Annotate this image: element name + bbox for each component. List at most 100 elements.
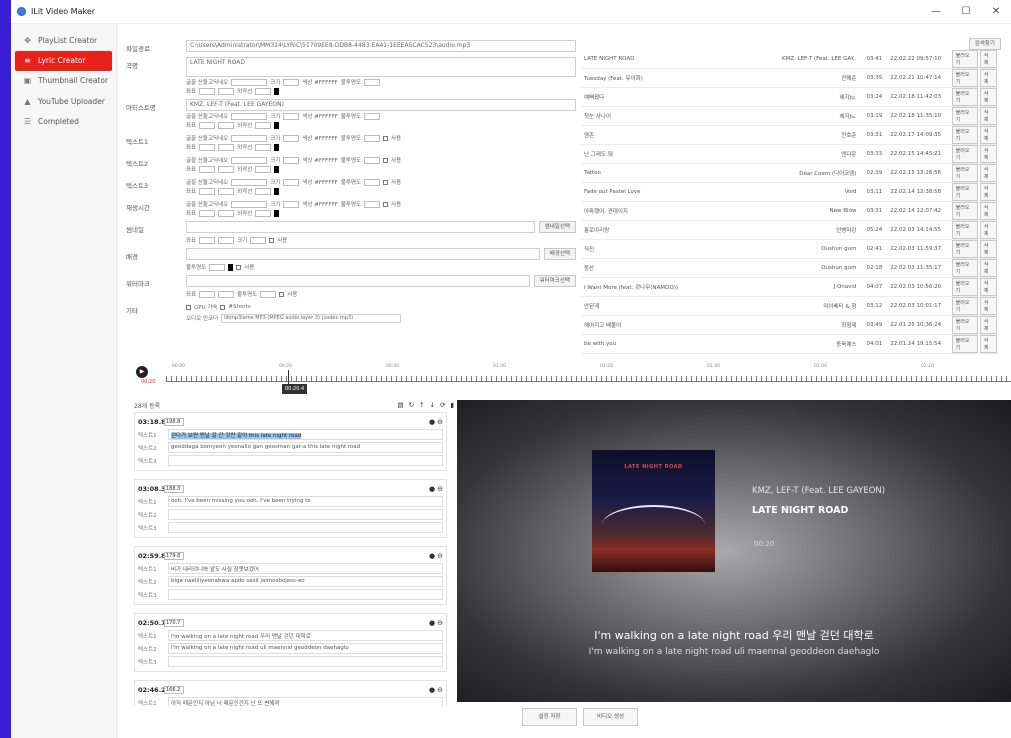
lyric-text2-field[interactable]: I'm walking on a late night road uli mae… [168,643,443,654]
lyric-text3-field[interactable] [168,522,443,533]
size-input[interactable] [283,78,300,86]
timeline-ruler[interactable] [166,374,1011,382]
pos-y-input[interactable] [218,87,235,95]
table-row[interactable]: 염존 전호준 03:31 22.02.17 14:09:35 불러오기 삭제 [581,126,999,145]
time-stepper[interactable]: 179.8 [164,552,184,560]
remove-icon[interactable]: ⊖ [437,418,443,426]
outline-input[interactable] [255,143,272,151]
make-video-button[interactable]: 비디오 생성 [583,708,638,726]
load-button[interactable]: 불러오기 [951,183,978,201]
delete-button[interactable]: 삭제 [979,335,998,353]
sync-icon[interactable]: ↻ [409,401,414,409]
outline-input[interactable] [255,87,272,95]
color-swatch[interactable] [274,209,280,217]
load-button[interactable]: 불러오기 [951,126,978,144]
pos-y-input[interactable] [218,165,235,173]
add-icon[interactable]: ● [429,619,435,627]
lyric-card[interactable]: 02:59.8 179.8 ● ⊖ 텍스트1 비가 내리려니봐 얕도 사실 잠못보겠어 텍스… [134,546,447,605]
timeline[interactable]: ▶ 00:20 00:00 00:20 00:40 01:00 01:20 01:40 02… [126,362,1011,396]
outline-input[interactable] [255,209,272,217]
load-button[interactable]: 불러오기 [951,259,978,277]
delete-button[interactable]: 삭제 [979,107,998,125]
playhead[interactable] [288,370,289,384]
add-icon[interactable]: ● [429,418,435,426]
refresh-icon[interactable]: ⟳ [440,401,445,409]
pos-x-input[interactable] [199,290,216,298]
add-icon[interactable]: ● [429,686,435,694]
opacity-input[interactable] [364,78,381,86]
watermark-select-button[interactable]: 워터마크선택 [533,275,576,287]
load-button[interactable]: 불러오기 [951,316,978,334]
opacity-input[interactable] [364,178,381,186]
load-button[interactable]: 불러오기 [951,240,978,258]
pos-x-input[interactable] [199,187,216,195]
size-input[interactable] [283,134,300,142]
load-button[interactable]: 불러오기 [951,164,978,182]
lyric-text3-field[interactable] [168,656,443,667]
opacity-input[interactable] [260,290,277,298]
opacity-input[interactable] [364,156,381,164]
pos-x-input[interactable] [199,87,216,95]
sidebar-item-playlist-creator[interactable]: ✥ PlayList Creator [11,30,116,50]
use-checkbox[interactable] [269,237,275,243]
delete-button[interactable]: 삭제 [979,164,998,182]
delete-button[interactable]: 삭제 [979,240,998,258]
opacity-input[interactable] [364,112,381,120]
table-row[interactable]: 직진 Oushun gum 02:41 22.02.03 11:59:37 불러오기 삭제 [581,240,999,259]
pos-y-input[interactable] [218,290,235,298]
color-swatch[interactable] [274,187,280,195]
delete-button[interactable]: 삭제 [979,202,998,220]
size-input[interactable] [283,178,300,186]
sidebar-item-completed[interactable]: ☰ Completed [11,112,116,132]
outline-input[interactable] [255,121,272,129]
load-button[interactable]: 불러오기 [951,202,978,220]
thumbnail-select-button[interactable]: 썸네일선택 [538,221,576,233]
delete-button[interactable]: 삭제 [979,297,998,315]
use-checkbox[interactable] [383,157,389,163]
pos-y-input[interactable] [218,187,235,195]
down-icon[interactable]: ↓ [430,401,435,409]
table-row[interactable]: 헤어지고 배불어 최형제 03:49 22.01.25 10:36:24 불러오기 삭제 [581,316,999,335]
load-button[interactable]: 불러오기 [951,335,978,353]
outline-input[interactable] [255,165,272,173]
delete-button[interactable]: 삭제 [979,69,998,87]
size-input[interactable] [283,156,300,164]
search-button[interactable]: 검색찾기 [968,38,1001,50]
color-swatch[interactable] [274,143,280,151]
pos-x-input[interactable] [199,121,216,129]
table-row[interactable]: 홀로아리랑 안뱅마강 05:24 22.02.03 14:14:55 불러오기 삭제 [581,221,999,240]
time-stepper[interactable]: 170.7 [164,619,184,627]
use-checkbox[interactable] [279,291,285,297]
delete-button[interactable]: 삭제 [979,278,998,296]
load-button[interactable]: 불러오기 [951,145,978,163]
load-button[interactable]: 불러오기 [951,69,978,87]
delete-button[interactable]: 삭제 [979,50,998,68]
table-row[interactable]: 난 그래도 돼 엔다운 03:33 22.02.15 14:45:21 불러오기 삭제 [581,145,999,164]
sidebar-item-thumbnail-creator[interactable]: ▣ Thumbnail Creator [11,71,116,91]
opacity-input[interactable] [364,200,381,208]
background-path-field[interactable] [186,248,540,260]
table-row[interactable]: 예뻐졌다 헤지Ju. 03:24 22.02.18 11:42:03 불러오기 삭제 [581,88,999,107]
load-button[interactable]: 불러오기 [951,88,978,106]
close-button[interactable]: ✕ [981,0,1011,24]
add-icon[interactable]: ● [429,485,435,493]
background-select-button[interactable]: 배경선택 [543,248,576,260]
delete-button[interactable]: 삭제 [979,316,998,334]
delete-button[interactable]: 삭제 [979,145,998,163]
pos-x-input[interactable] [199,209,216,217]
load-button[interactable]: 불러오기 [951,107,978,125]
font-select[interactable] [231,78,268,86]
use-checkbox[interactable] [383,179,389,185]
time-stepper[interactable]: 188.3 [164,485,184,493]
lyric-card[interactable]: 02:50.7 170.7 ● ⊖ 텍스트1 I'm walking on a late … [134,613,447,672]
add-icon[interactable]: ● [429,552,435,560]
lyric-text2-field[interactable]: biga naeliliyeonabwa apdo sasil jalmosbo… [168,576,443,587]
play-button[interactable]: ▶ [136,366,148,378]
color-swatch[interactable] [274,121,280,129]
blur-input[interactable] [209,263,226,271]
delete-button[interactable]: 삭제 [979,126,998,144]
maximize-button[interactable]: ☐ [951,0,981,24]
lyric-text3-field[interactable] [168,455,443,466]
use-checkbox[interactable] [383,201,389,207]
lyric-text1-field[interactable]: 아직 때문인지 아님 너 때문인건지 난 또 변해져 [168,697,443,706]
